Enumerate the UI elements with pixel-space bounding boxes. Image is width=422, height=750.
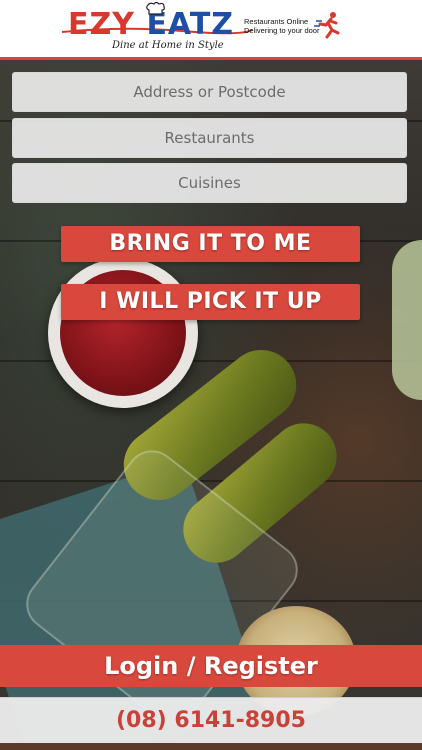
chef-hat-icon — [146, 2, 165, 15]
cabbage — [392, 240, 422, 400]
address-postcode-input[interactable] — [12, 72, 407, 112]
app-screen: EZY EATZ Dine at Home in Style Restauran… — [0, 0, 422, 750]
phone-bar: (08) 6141-8905 — [0, 697, 422, 744]
logo-side-text: Restaurants Online Delivering to your do… — [244, 17, 320, 35]
restaurants-input[interactable] — [12, 118, 407, 158]
login-register-button[interactable]: Login / Register — [0, 645, 422, 687]
delivery-runner-icon — [314, 12, 340, 39]
logo-tagline: Dine at Home in Style — [112, 40, 224, 51]
pickup-button[interactable]: I WILL PICK IT UP — [61, 284, 360, 320]
delivery-button[interactable]: BRING IT TO ME — [61, 226, 360, 262]
cuisines-input[interactable] — [12, 163, 407, 203]
ezy-eatz-logo[interactable]: EZY EATZ Dine at Home in Style Restauran… — [62, 2, 358, 56]
app-header: EZY EATZ Dine at Home in Style Restauran… — [0, 0, 422, 60]
bottom-photo-strip — [0, 743, 422, 750]
phone-number-link[interactable]: (08) 6141-8905 — [0, 698, 422, 744]
